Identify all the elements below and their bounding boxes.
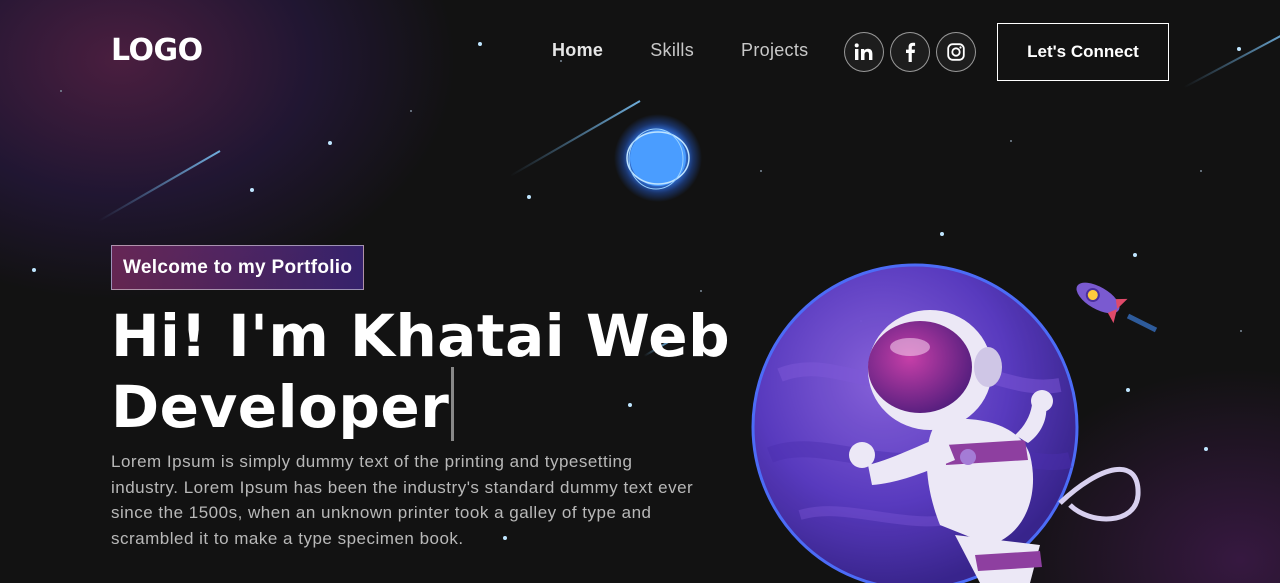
welcome-tagline: Welcome to my Portfolio xyxy=(111,245,365,290)
shooting-star xyxy=(98,150,221,222)
star xyxy=(527,195,531,199)
instagram-icon xyxy=(947,43,965,61)
star xyxy=(32,268,36,272)
facebook-icon xyxy=(906,42,916,62)
nav-link-projects[interactable]: Projects xyxy=(741,40,808,61)
headline-line-1: Hi! I'm Khatai Web xyxy=(111,302,731,370)
star xyxy=(1240,330,1242,332)
star xyxy=(1010,140,1012,142)
typing-cursor xyxy=(451,367,455,441)
top-navbar: LOGO Home Skills Projects Let's Connect xyxy=(0,0,1280,104)
social-icons xyxy=(844,32,976,72)
astronaut-illustration xyxy=(751,263,1141,583)
star xyxy=(1200,170,1202,172)
star xyxy=(1204,447,1208,451)
star xyxy=(940,232,944,236)
instagram-button[interactable] xyxy=(936,32,976,72)
linkedin-button[interactable] xyxy=(844,32,884,72)
nav-link-home[interactable]: Home xyxy=(552,40,603,61)
hero-headline: Hi! I'm Khatai Web Developer xyxy=(111,305,731,441)
facebook-button[interactable] xyxy=(890,32,930,72)
headline-line-2: Developer xyxy=(111,373,450,441)
nav-links: Home Skills Projects xyxy=(552,40,855,61)
star xyxy=(328,141,332,145)
star xyxy=(410,110,412,112)
star xyxy=(760,170,762,172)
lets-connect-button[interactable]: Let's Connect xyxy=(997,23,1169,81)
linkedin-icon xyxy=(854,43,873,60)
site-logo[interactable]: LOGO xyxy=(111,33,203,68)
hero-description: Lorem Ipsum is simply dummy text of the … xyxy=(111,452,694,548)
small-planet-illustration xyxy=(614,114,702,202)
star xyxy=(700,290,702,292)
star xyxy=(250,188,254,192)
nav-link-skills[interactable]: Skills xyxy=(650,40,694,61)
